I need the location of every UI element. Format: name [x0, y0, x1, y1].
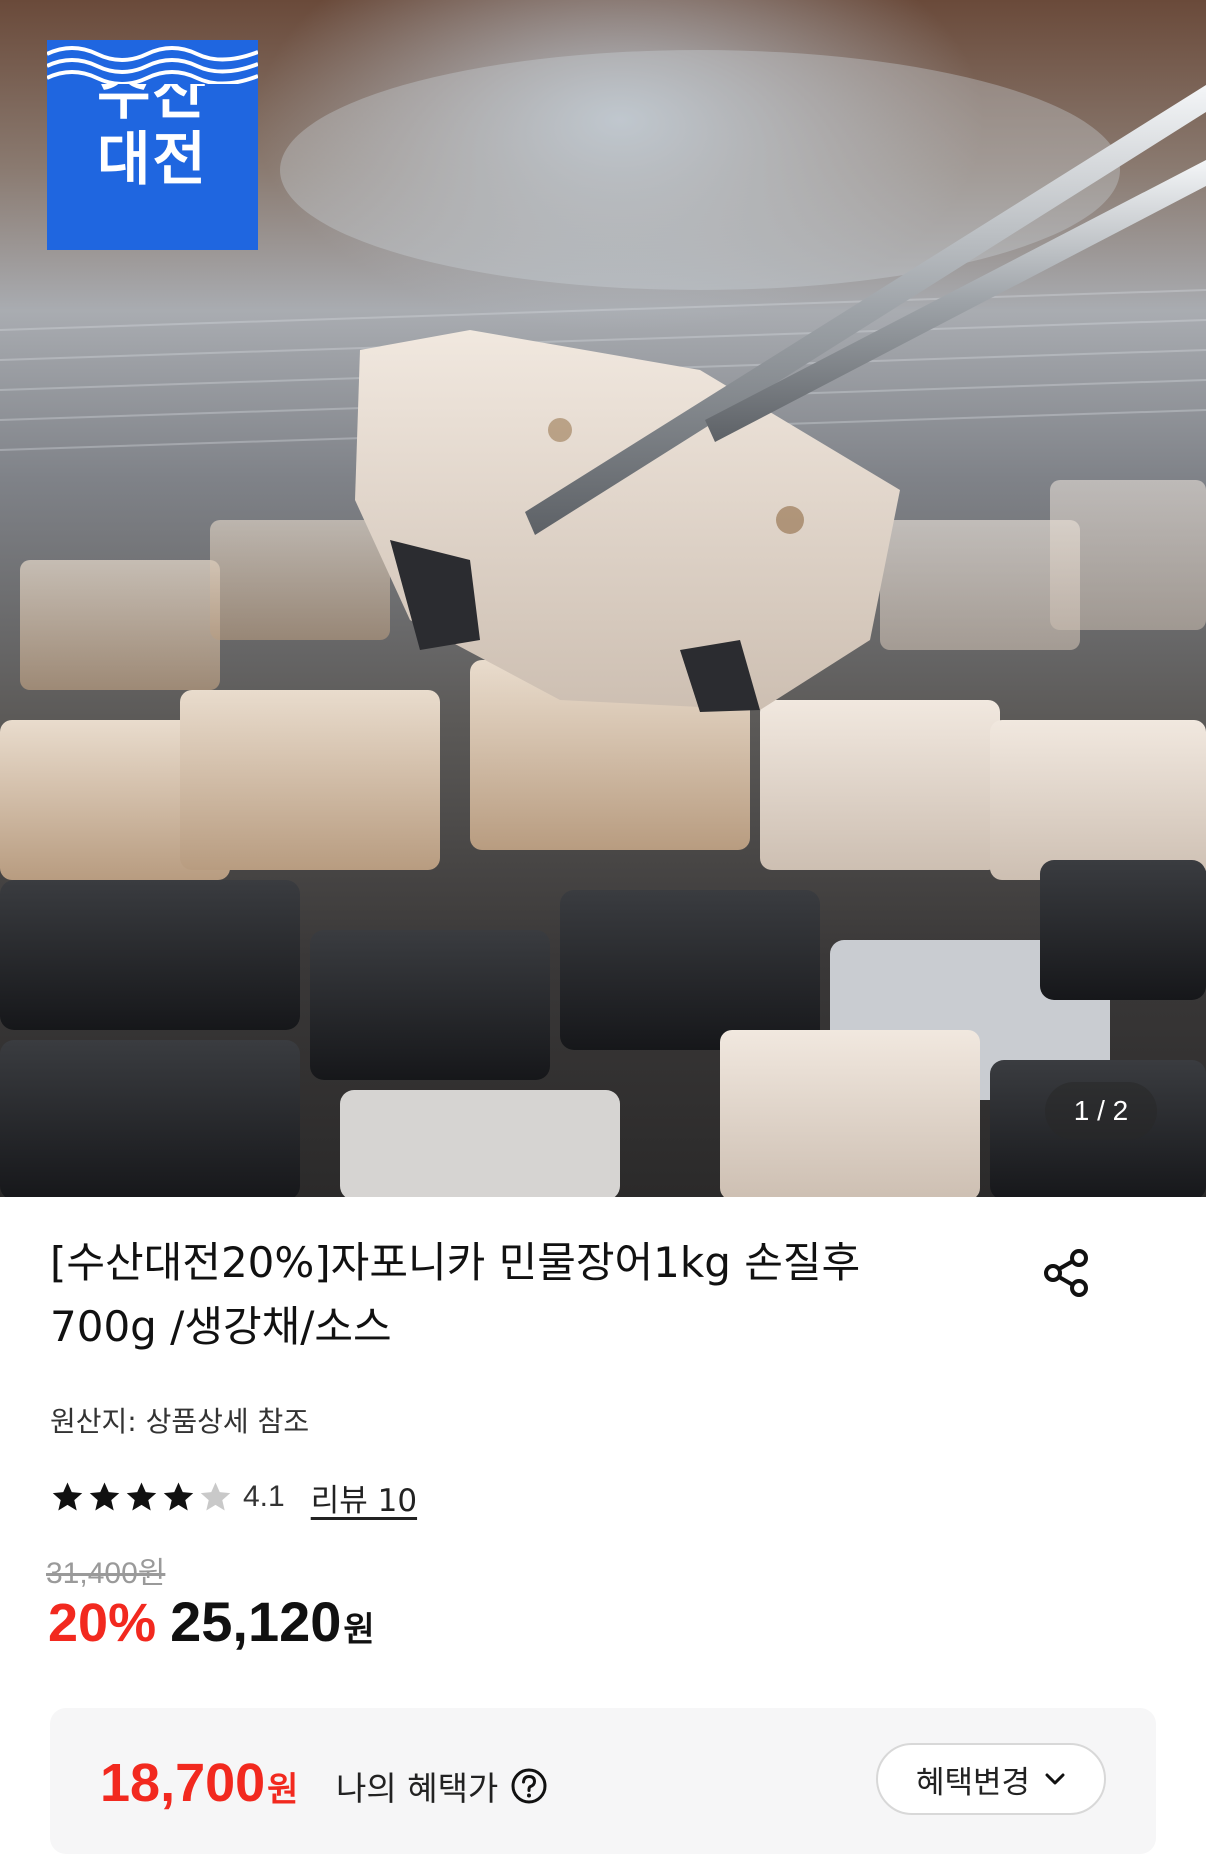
sale-price: 25,120: [170, 1590, 342, 1653]
product-image[interactable]: 수산 대전 1 / 2: [0, 0, 1206, 1197]
help-icon[interactable]: [510, 1767, 548, 1805]
rating-row: 4.1 리뷰 10: [50, 1475, 417, 1519]
brand-logo-badge: 수산 대전: [47, 40, 258, 250]
benefit-label-row: 나의 혜택가: [336, 1762, 548, 1810]
brand-logo-text-bottom: 대전: [97, 125, 208, 193]
change-benefit-label: 혜택변경: [915, 1764, 1031, 1801]
wave-icon: [47, 40, 258, 84]
benefit-amount: 18,700: [100, 1753, 266, 1813]
benefit-label: 나의 혜택가: [336, 1769, 499, 1808]
star-filled-icon: [163, 1482, 194, 1511]
benefit-unit: 원: [267, 1770, 299, 1810]
chevron-down-icon: [1044, 1772, 1066, 1786]
star-filled-icon: [52, 1482, 83, 1511]
star-empty-icon: [200, 1482, 231, 1511]
title-row: [수산대전20%]자포니카 민물장어1kg 손질후 700g /생강채/소스: [50, 1231, 1156, 1359]
sale-price-unit: 원: [343, 1610, 375, 1650]
star-rating: [50, 1480, 235, 1514]
share-button[interactable]: [1035, 1241, 1099, 1305]
benefit-price: 18,700 원: [100, 1752, 298, 1814]
price-row: 20% 25,120 원: [48, 1589, 375, 1654]
origin-info: 원산지: 상품상세 참조: [50, 1405, 310, 1438]
product-title: [수산대전20%]자포니카 민물장어1kg 손질후 700g /생강채/소스: [50, 1238, 861, 1351]
review-count-link[interactable]: 리뷰 10: [311, 1475, 417, 1520]
change-benefit-button[interactable]: 혜택변경: [876, 1743, 1106, 1815]
image-counter: 1 / 2: [1045, 1082, 1157, 1140]
original-price: 31,400원: [46, 1557, 166, 1590]
benefit-price-box: 18,700 원 나의 혜택가 혜택변경: [50, 1708, 1156, 1854]
share-icon: [1044, 1249, 1088, 1297]
product-detail-page: 수산 대전 1 / 2 [수산대전20%]자포니카 민물장어1kg 손질후 70…: [0, 0, 1206, 1854]
rating-value: 4.1: [243, 1480, 285, 1513]
discount-rate: 20%: [48, 1593, 157, 1653]
star-filled-icon: [126, 1482, 157, 1511]
star-filled-icon: [89, 1482, 120, 1511]
